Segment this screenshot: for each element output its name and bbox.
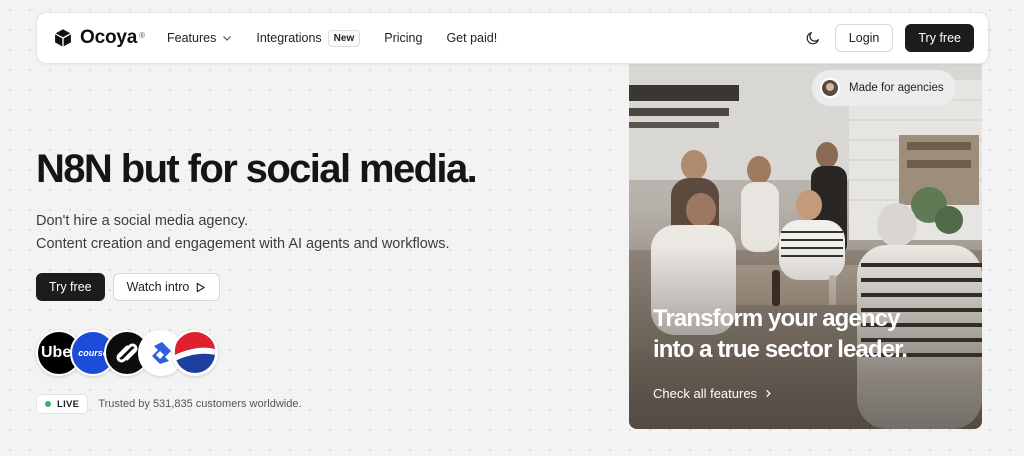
card-title-line2: into a true sector leader. bbox=[653, 336, 908, 363]
made-for-agencies-pill: Made for agencies bbox=[812, 70, 956, 106]
nav-try-free-button[interactable]: Try free bbox=[905, 24, 974, 52]
hero-try-free-button[interactable]: Try free bbox=[36, 273, 105, 301]
brand-logo[interactable]: Ocoya ® bbox=[53, 27, 145, 49]
hero-subtitle: Don't hire a social media agency. Conten… bbox=[36, 210, 450, 256]
pepsi-logo bbox=[172, 330, 218, 376]
watch-intro-label: Watch intro bbox=[126, 280, 190, 294]
card-link-label: Check all features bbox=[653, 386, 758, 401]
nav-get-paid[interactable]: Get paid! bbox=[446, 31, 497, 45]
cube-logo-icon bbox=[54, 29, 72, 47]
nav-get-paid-label: Get paid! bbox=[446, 31, 498, 45]
card-title-line1: Transform your agency bbox=[653, 305, 900, 332]
nav-features-label: Features bbox=[167, 31, 217, 45]
new-badge: New bbox=[327, 29, 361, 47]
avatar bbox=[820, 78, 840, 98]
hero-image-card[interactable]: Made for agencies Transform your agency … bbox=[629, 60, 982, 429]
nav-actions: Login Try free bbox=[805, 24, 974, 52]
live-label: LIVE bbox=[57, 398, 80, 410]
check-all-features-link[interactable]: Check all features bbox=[653, 386, 773, 401]
nav-pricing[interactable]: Pricing bbox=[384, 31, 422, 45]
live-dot-icon bbox=[45, 401, 51, 407]
image-gradient-overlay bbox=[629, 60, 982, 429]
hero-actions: Try free Watch intro bbox=[36, 273, 221, 301]
nav-integrations-label: Integrations bbox=[256, 31, 322, 45]
live-badge: LIVE bbox=[36, 394, 89, 414]
pill-label: Made for agencies bbox=[849, 82, 944, 94]
brand-name: Ocoya bbox=[80, 27, 138, 48]
uber-logo-text: Ube bbox=[41, 344, 72, 361]
customer-logos: Ube course bbox=[36, 330, 218, 378]
login-button[interactable]: Login bbox=[834, 24, 894, 52]
pepsi-globe-icon bbox=[174, 332, 216, 374]
trusted-text: Trusted by 531,835 customers worldwide. bbox=[98, 398, 302, 410]
card-title: Transform your agency into a true sector… bbox=[653, 303, 908, 365]
hero-subtitle-line1: Don't hire a social media agency. bbox=[36, 213, 249, 229]
nav-integrations[interactable]: Integrations New bbox=[256, 29, 361, 47]
nav-features[interactable]: Features bbox=[167, 31, 232, 45]
watch-intro-button[interactable]: Watch intro bbox=[112, 273, 221, 301]
nav-pricing-label: Pricing bbox=[384, 31, 423, 45]
social-proof: LIVE Trusted by 531,835 customers worldw… bbox=[36, 394, 302, 414]
hero-title: N8N but for social media. bbox=[36, 147, 478, 191]
top-navbar: Ocoya ® Features Integrations New Pricin… bbox=[36, 12, 989, 64]
hero-subtitle-line2: Content creation and engagement with AI … bbox=[36, 236, 450, 252]
play-icon bbox=[197, 282, 206, 292]
registered-mark: ® bbox=[139, 31, 145, 40]
chevron-right-icon bbox=[766, 389, 771, 398]
chevron-down-icon bbox=[223, 36, 232, 41]
moon-icon[interactable] bbox=[805, 30, 821, 46]
